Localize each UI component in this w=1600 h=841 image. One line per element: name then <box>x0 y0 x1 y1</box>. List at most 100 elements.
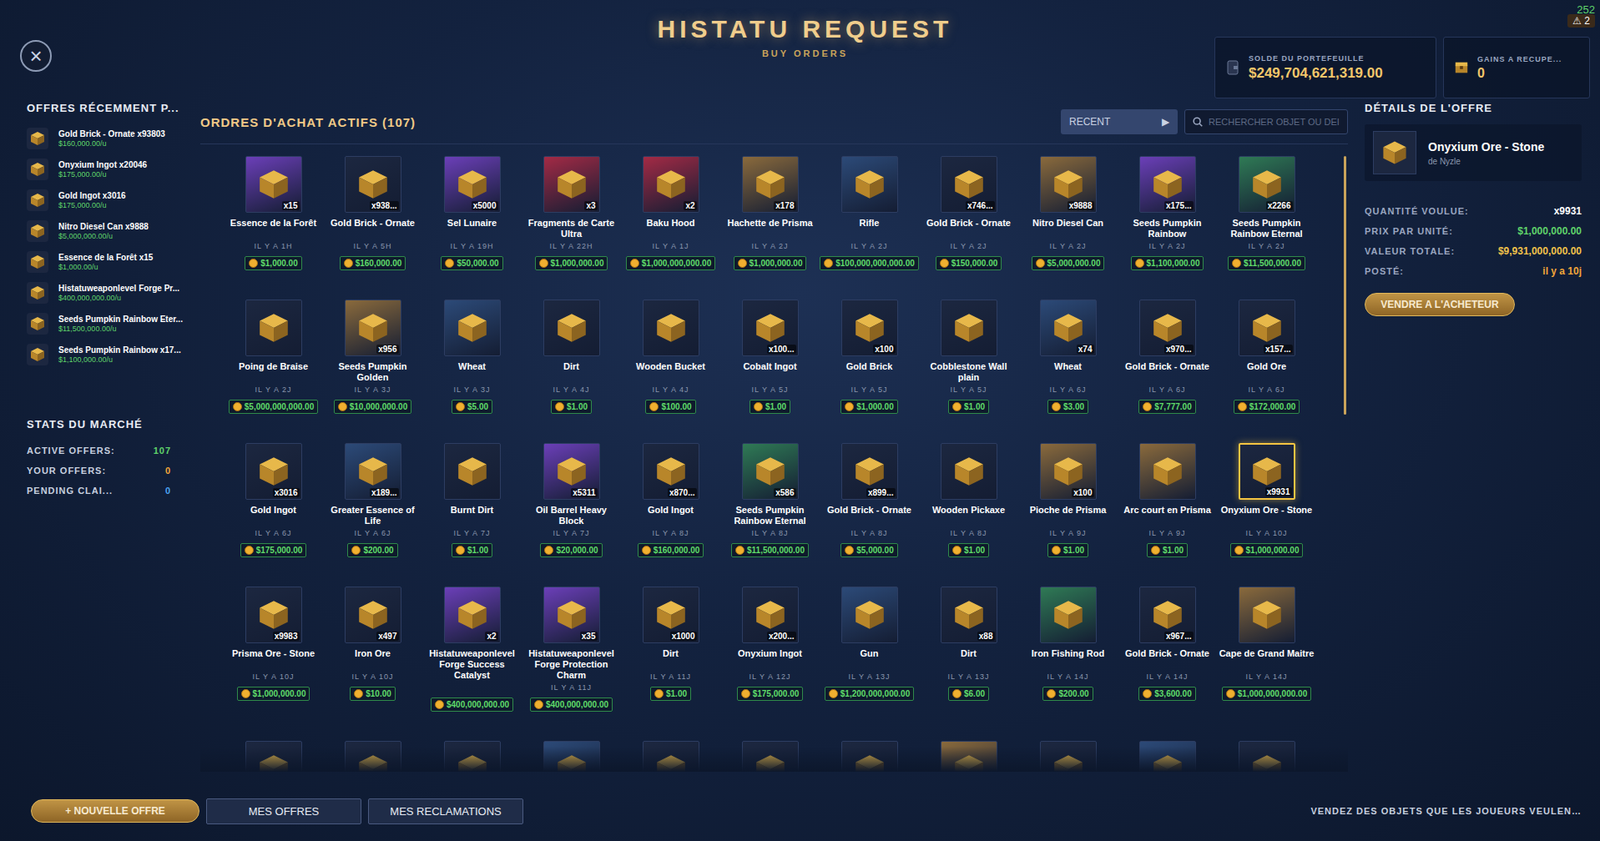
order-card[interactable]: x956Seeds Pumpkin GoldenIL Y A 3J$10,000… <box>323 299 423 414</box>
item-icon <box>951 454 987 490</box>
order-card[interactable]: Wooden PickaxeIL Y A 8J$1.00 <box>918 443 1019 558</box>
new-offer-button[interactable]: + NOUVELLE OFFRE <box>30 799 200 823</box>
order-card[interactable]: x497Iron OreIL Y A 10J$10.00 <box>323 586 423 712</box>
item-name: Burnt Dirt <box>424 504 520 527</box>
earnings-box[interactable]: GAINS A RECUPE...0 <box>1443 36 1590 99</box>
search-input[interactable] <box>1208 113 1341 131</box>
posted-time: IL Y A 8J <box>851 529 889 540</box>
order-card[interactable] <box>1216 741 1317 773</box>
order-card[interactable]: DirtIL Y A 4J$1.00 <box>521 299 621 414</box>
order-card[interactable] <box>819 741 919 773</box>
footer-tab[interactable]: MES RECLAMATIONS <box>368 798 524 825</box>
order-card[interactable] <box>422 741 522 773</box>
alert-icon: ⚠ <box>1572 15 1582 27</box>
order-card[interactable]: x100Gold BrickIL Y A 5J$1,000.00 <box>819 299 919 414</box>
order-card[interactable]: x35Histatuweaponlevel Forge Protection C… <box>521 586 621 712</box>
posted-time: IL Y A 6J <box>1149 385 1187 396</box>
item-icon <box>852 454 888 490</box>
item-name: Cobblestone Wall plain <box>921 361 1017 384</box>
order-card[interactable]: x100Pioche de PrismaIL Y A 9J$1.00 <box>1018 443 1118 558</box>
order-card[interactable] <box>1018 741 1118 773</box>
quantity-badge: x497 <box>376 631 399 642</box>
order-card[interactable] <box>918 741 1019 773</box>
recent-item[interactable]: Essence de la Forêt x15$1,000.00/u <box>26 246 172 278</box>
sort-dropdown[interactable]: RECENT▶ <box>1060 109 1178 135</box>
orders-grid: x15Essence de la ForêtIL Y A 1H$1,000.00… <box>223 144 1348 773</box>
order-card[interactable]: x200...Onyxium IngotIL Y A 12J$175,000.0… <box>720 586 820 712</box>
order-card[interactable]: x157...Gold OreIL Y A 6J$172,000.00 <box>1216 299 1317 414</box>
footer-tab[interactable]: MES OFFRES <box>206 798 362 825</box>
recent-price: $11,500,000.00/u <box>58 324 172 334</box>
item-name: Wheat <box>424 361 520 384</box>
order-card[interactable]: x746...Gold Brick - OrnateIL Y A 2J$150,… <box>918 156 1019 271</box>
order-card[interactable]: x74WheatIL Y A 6J$3.00 <box>1018 299 1118 414</box>
search-field[interactable] <box>1184 109 1348 135</box>
recent-item[interactable]: Onyxium Ingot x20046$175,000.00/u <box>26 153 172 185</box>
item-icon <box>26 282 49 304</box>
order-card[interactable]: x175...Seeds Pumpkin RainbowIL Y A 2J$1,… <box>1117 156 1217 271</box>
order-card[interactable]: x15Essence de la ForêtIL Y A 1H$1,000.00 <box>223 156 324 271</box>
order-card[interactable]: x100...Cobalt IngotIL Y A 5J$1.00 <box>720 299 820 414</box>
order-card[interactable]: x967...Gold Brick - OrnateIL Y A 14J$3,6… <box>1117 586 1217 712</box>
order-card[interactable]: Arc court en PrismaIL Y A 9J$1.00 <box>1117 443 1217 558</box>
order-card[interactable]: x5311Oil Barrel Heavy BlockIL Y A 7J$20,… <box>521 443 621 558</box>
item-icon <box>355 752 391 773</box>
order-card[interactable]: Iron Fishing RodIL Y A 14J$200.00 <box>1018 586 1118 712</box>
order-card[interactable]: x9888Nitro Diesel CanIL Y A 2J$5,000,000… <box>1018 156 1118 271</box>
item-name: Cape de Grand Maitre <box>1219 648 1315 671</box>
coin-icon <box>1231 258 1242 268</box>
recent-item[interactable]: Histatuweaponlevel Forge Pr...$400,000,0… <box>26 277 172 308</box>
order-card[interactable]: GunIL Y A 13J$1,200,000,000.00 <box>819 586 919 712</box>
order-card[interactable] <box>720 741 820 773</box>
recent-item[interactable]: Gold Ingot x3016$175,000.00/u <box>26 184 172 216</box>
order-card[interactable]: WheatIL Y A 3J$5.00 <box>422 299 522 414</box>
order-card[interactable] <box>323 741 423 773</box>
order-card[interactable]: x9931Onyxium Ore - StoneIL Y A 10J$1,000… <box>1216 443 1317 558</box>
recent-item[interactable]: Nitro Diesel Can x9888$5,000,000.00/u <box>26 215 172 247</box>
item-name: Gold Ingot <box>623 504 719 527</box>
order-card[interactable]: Wooden BucketIL Y A 4J$100.00 <box>620 299 721 414</box>
order-card[interactable]: x899...Gold Brick - OrnateIL Y A 8J$5,00… <box>819 443 919 558</box>
wallet-icon <box>1225 59 1241 76</box>
order-card[interactable]: x870...Gold IngotIL Y A 8J$160,000.00 <box>620 443 721 558</box>
order-card[interactable]: x2266Seeds Pumpkin Rainbow EternalIL Y A… <box>1216 156 1317 271</box>
order-card[interactable]: Poing de BraiseIL Y A 2J$5,000,000,000.0… <box>223 299 324 414</box>
order-card[interactable]: x970...Gold Brick - OrnateIL Y A 6J$7,77… <box>1117 299 1217 414</box>
order-card[interactable] <box>1117 741 1217 773</box>
recent-item[interactable]: Seeds Pumpkin Rainbow x17...$1,100,000.0… <box>26 338 172 370</box>
order-card[interactable]: x938...Gold Brick - OrnateIL Y A 5H$160,… <box>323 156 423 271</box>
order-card[interactable] <box>620 741 721 773</box>
order-card[interactable]: Cobblestone Wall plainIL Y A 5J$1.00 <box>918 299 1019 414</box>
order-card[interactable]: x586Seeds Pumpkin Rainbow EternalIL Y A … <box>720 443 820 558</box>
recent-item[interactable]: Gold Brick - Ornate x93803$160,000.00/u <box>26 122 172 154</box>
order-card[interactable]: x178Hachette de PrismaIL Y A 2J$1,000,00… <box>720 156 820 271</box>
order-card[interactable]: Cape de Grand MaitreIL Y A 14J$1,000,000… <box>1216 586 1317 712</box>
item-icon <box>26 343 49 366</box>
order-card[interactable]: x5000Sel LunaireIL Y A 19H$50,000.00 <box>422 156 522 271</box>
coin-icon <box>1135 258 1145 268</box>
item-icon <box>1050 166 1086 202</box>
order-card[interactable]: x1000DirtIL Y A 11J$1.00 <box>620 586 721 712</box>
order-card[interactable] <box>223 741 324 773</box>
order-card[interactable]: x88DirtIL Y A 13J$6.00 <box>918 586 1019 712</box>
item-frame <box>1039 586 1097 644</box>
order-card[interactable]: RifleIL Y A 2J$100,000,000,000.00 <box>819 156 919 271</box>
title: HISTATU REQUEST <box>657 15 954 44</box>
item-name: Iron Fishing Rod <box>1020 648 1116 671</box>
order-card[interactable] <box>521 741 621 773</box>
close-button[interactable]: × <box>20 40 52 72</box>
order-card[interactable]: x3Fragments de Carte UltraIL Y A 22H$1,0… <box>521 156 621 271</box>
item-name: Gold Brick - Ornate <box>1120 361 1216 384</box>
order-card[interactable]: x2Histatuweaponlevel Forge Success Catal… <box>422 586 522 712</box>
order-card[interactable]: x3016Gold IngotIL Y A 6J$175,000.00 <box>223 443 324 558</box>
item-icon <box>454 752 490 773</box>
scrollbar[interactable] <box>1343 156 1347 415</box>
order-card[interactable]: x9983Prisma Ore - StoneIL Y A 10J$1,000,… <box>223 586 324 712</box>
sell-button[interactable]: VENDRE A L'ACHETEUR <box>1364 292 1515 317</box>
item-icon <box>951 166 987 202</box>
order-card[interactable]: x189...Greater Essence of LifeIL Y A 6J$… <box>323 443 423 558</box>
recent-item[interactable]: Seeds Pumpkin Rainbow Eter...$11,500,000… <box>26 307 172 339</box>
alert-badge[interactable]: ⚠ 2 <box>1567 14 1595 28</box>
order-card[interactable]: x2Baku HoodIL Y A 1J$1,000,000,000.00 <box>620 156 721 271</box>
order-card[interactable]: Burnt DirtIL Y A 7J$1.00 <box>422 443 522 558</box>
